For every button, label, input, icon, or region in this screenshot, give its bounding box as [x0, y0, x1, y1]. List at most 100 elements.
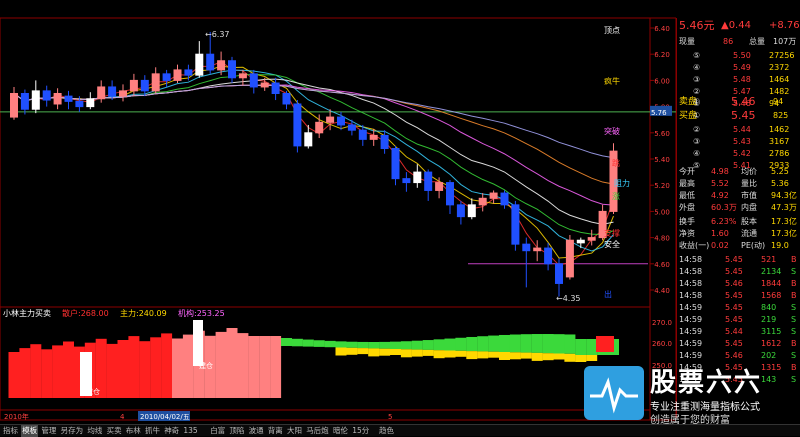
- tab-8[interactable]: 神奇: [163, 425, 180, 437]
- candle-body: [544, 247, 553, 265]
- tab-11[interactable]: 顶陷: [228, 425, 245, 437]
- subchart-bar-secondary: [531, 352, 543, 361]
- mark-label: 建仓: [86, 387, 100, 396]
- watermark-logo: 股票六六 专业注重测海量指标公式 创造属于您的财富: [580, 362, 800, 426]
- subchart-bar: [30, 344, 42, 398]
- tab-14[interactable]: 大阳: [286, 425, 303, 437]
- tick-row: 14:59 5.45 1612 B: [679, 339, 797, 348]
- candle-body: [489, 192, 498, 199]
- price-tick-label: 6.20: [654, 51, 670, 59]
- quote-stat-row: 外盘 60.3万 内盘 47.3万: [679, 203, 797, 212]
- price-level-label: 5.76: [651, 109, 667, 117]
- moving-average-line: [13, 84, 614, 185]
- subchart-bar: [302, 339, 314, 347]
- candle-body: [238, 73, 247, 79]
- candle-body: [587, 237, 596, 241]
- candle-body: [413, 171, 422, 184]
- tab-2[interactable]: 管理: [40, 425, 57, 437]
- subchart-bar: [324, 340, 336, 348]
- tab-16[interactable]: 暗伦: [332, 425, 349, 437]
- subchart-bar: [237, 333, 249, 398]
- candle-body: [75, 100, 84, 108]
- logo-icon: [584, 366, 644, 420]
- candle-body: [315, 121, 324, 134]
- subchart-bar: [477, 336, 489, 352]
- marker-bar: [193, 320, 203, 366]
- subchart-bar: [553, 334, 565, 354]
- subchart-bar-secondary: [357, 348, 369, 355]
- tab-0[interactable]: 指标: [2, 425, 19, 437]
- subchart-bar: [128, 336, 140, 398]
- subchart-bar: [575, 339, 587, 355]
- subchart-bar: [586, 339, 598, 355]
- candle-body: [140, 79, 149, 92]
- subchart-bar-secondary: [466, 351, 478, 360]
- candle-body: [151, 73, 160, 92]
- subchart-bar: [313, 340, 325, 347]
- candle-body: [402, 178, 411, 184]
- tick-row: 14:59 5.45 219 S: [679, 315, 797, 324]
- candle-body: [500, 192, 509, 206]
- candle-body: [565, 239, 574, 278]
- logo-title: 股票六六: [650, 368, 763, 398]
- subchart-bar-secondary: [564, 353, 576, 362]
- subchart-bar: [161, 333, 173, 398]
- sell-order-row: ⑤ 5.50 27256: [693, 51, 795, 60]
- time-label: 5: [388, 413, 392, 421]
- candle-body: [31, 90, 40, 110]
- candle-body: [533, 247, 542, 252]
- candle-body: [369, 134, 378, 140]
- subchart-bar: [411, 340, 423, 350]
- subchart-item: 主力:240.09: [120, 308, 167, 318]
- sell-order-row: ④ 5.49 2372: [693, 63, 790, 72]
- tick-row: 14:58 5.46 1844 B: [679, 279, 797, 288]
- tab-13[interactable]: 背离: [267, 425, 284, 437]
- buy-order-row-best: 买盘 ① 5.45 825: [679, 109, 789, 122]
- candle-body: [435, 182, 444, 191]
- label-resistance: 阻力: [614, 178, 630, 188]
- subchart-tick: 260.0: [652, 340, 672, 348]
- candle-body: [10, 93, 18, 118]
- tab-6[interactable]: 布林: [125, 425, 142, 437]
- tab-7[interactable]: 抓牛: [144, 425, 161, 437]
- subchart-item: 散户:268.00: [62, 308, 109, 318]
- tab-18[interactable]: 趋色: [378, 425, 395, 437]
- subchart-bar: [400, 341, 412, 350]
- label-jump: 跳: [612, 158, 620, 168]
- quote-stat-row: 收益(一) 0.02 PE(动) 19.0: [679, 241, 789, 250]
- tab-10[interactable]: 白富: [209, 425, 226, 437]
- candle-body: [206, 53, 215, 71]
- subchart-bar-secondary: [586, 355, 598, 361]
- tab-4[interactable]: 均线: [86, 425, 103, 437]
- tab-12[interactable]: 波通: [248, 425, 265, 437]
- subchart-bar-secondary: [455, 350, 467, 357]
- low-price-label: ←4.35: [556, 294, 581, 303]
- subchart-bar: [248, 336, 260, 398]
- candle-body: [391, 148, 400, 180]
- subchart-bar-secondary: [433, 350, 445, 359]
- subchart-bar: [41, 349, 53, 398]
- subchart-bar-secondary: [553, 353, 565, 360]
- tick-row: 14:58 5.45 1568 B: [679, 291, 797, 300]
- candle-body: [478, 197, 487, 206]
- subchart-bar: [117, 340, 129, 398]
- subchart-bar-secondary: [499, 352, 510, 360]
- kline-chart[interactable]: 6.406.206.005.805.605.405.205.004.804.60…: [0, 0, 676, 436]
- tab-15[interactable]: 马后炮: [305, 425, 330, 437]
- price-tick-label: 6.40: [654, 25, 670, 33]
- label-catch-bull: 疯牛: [604, 76, 620, 86]
- subchart-bar: [390, 341, 401, 349]
- tab-9[interactable]: 135: [182, 425, 198, 437]
- candle-body: [217, 60, 226, 71]
- tab-5[interactable]: 买卖: [106, 425, 123, 437]
- quote-stat-row: 最高 5.52 量比 5.36: [679, 179, 789, 188]
- tab-3[interactable]: 另存为: [60, 425, 85, 437]
- candle-body: [358, 129, 367, 140]
- tab-1[interactable]: 模板: [21, 425, 39, 437]
- tab-17[interactable]: 15分: [351, 425, 370, 437]
- candle-body: [20, 93, 29, 110]
- subchart-bar-secondary: [335, 347, 347, 356]
- subchart-bar: [19, 348, 31, 398]
- candle-body: [184, 69, 193, 76]
- buy-order-row: ④ 5.42 2786: [693, 149, 790, 158]
